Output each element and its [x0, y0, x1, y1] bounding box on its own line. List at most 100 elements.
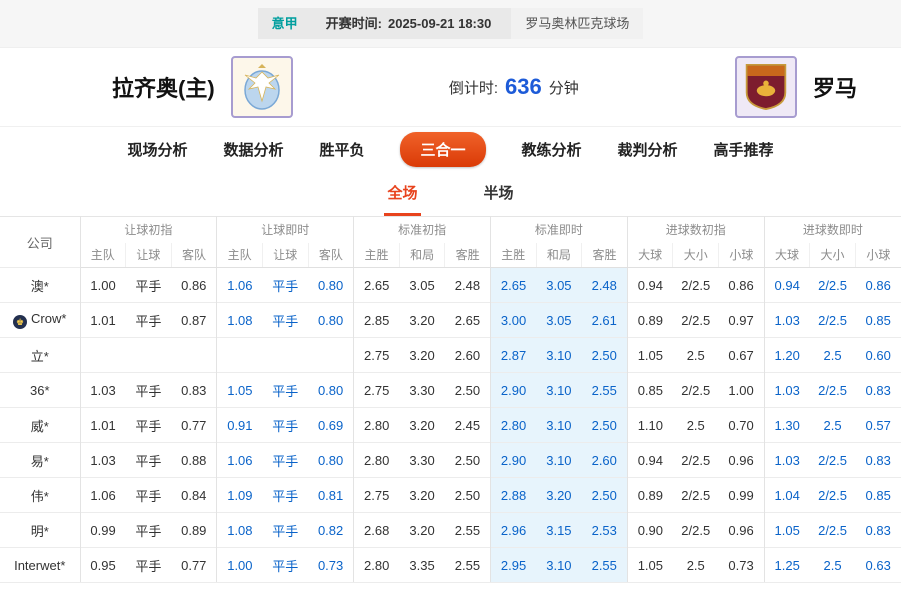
odds-cell: 0.80	[308, 303, 354, 338]
odds-cell: 3.05	[399, 268, 445, 303]
odds-cell: 1.04	[764, 478, 810, 513]
company-name[interactable]: 36*	[0, 373, 80, 408]
scope-tab-half-match[interactable]: 半场	[481, 172, 517, 216]
odds-cell: 0.99	[80, 513, 126, 548]
odds-cell: 0.88	[171, 443, 217, 478]
company-name[interactable]: 立*	[0, 338, 80, 373]
column-header: 主胜	[354, 243, 400, 268]
odds-table: 公司 让球初指让球即时标准初指标准即时进球数初指进球数即时 主队让球客队主队让球…	[0, 216, 901, 583]
odds-cell: 0.89	[171, 513, 217, 548]
odds-cell: 0.84	[171, 478, 217, 513]
odds-cell: 0.77	[171, 548, 217, 583]
odds-cell	[171, 338, 217, 373]
odds-cell: 3.30	[399, 443, 445, 478]
odds-cell: 3.35	[399, 548, 445, 583]
company-name[interactable]: 易*	[0, 443, 80, 478]
odds-cell: 2.50	[445, 478, 491, 513]
column-header: 小球	[855, 243, 901, 268]
odds-cell: 1.30	[764, 408, 810, 443]
column-group-header: 标准即时	[490, 217, 627, 243]
odds-cell: 3.30	[399, 373, 445, 408]
odds-cell: 2.55	[582, 373, 628, 408]
table-row: 立*2.753.202.602.873.102.501.052.50.671.2…	[0, 338, 901, 373]
odds-cell: 0.73	[719, 548, 765, 583]
company-name[interactable]: 伟*	[0, 478, 80, 513]
odds-cell	[308, 338, 354, 373]
kickoff-label: 开赛时间:	[326, 17, 382, 30]
odds-cell: 2.90	[490, 373, 536, 408]
nav-tab-referee-analysis[interactable]: 裁判分析	[618, 139, 678, 160]
odds-cell: 3.20	[399, 408, 445, 443]
odds-cell: 2.50	[445, 373, 491, 408]
kickoff-time: 开赛时间: 2025-09-21 18:30	[312, 8, 512, 39]
odds-cell: 3.00	[490, 303, 536, 338]
company-name[interactable]: 澳*	[0, 268, 80, 303]
odds-cell: 3.20	[399, 303, 445, 338]
company-name[interactable]: ♚Crow*	[0, 303, 80, 338]
odds-cell: 0.99	[719, 478, 765, 513]
odds-cell: 0.97	[719, 303, 765, 338]
odds-cell: 3.20	[536, 478, 582, 513]
odds-cell	[126, 338, 172, 373]
league-badge[interactable]: 意甲	[258, 8, 312, 39]
odds-cell: 3.05	[536, 268, 582, 303]
odds-cell: 0.82	[308, 513, 354, 548]
odds-cell: 1.01	[80, 303, 126, 338]
nav-tab-win-draw-loss[interactable]: 胜平负	[319, 139, 364, 160]
odds-cell: 2.75	[354, 338, 400, 373]
odds-cell: 1.00	[80, 268, 126, 303]
odds-cell: 平手	[262, 408, 308, 443]
odds-cell: 2.50	[445, 443, 491, 478]
odds-cell	[80, 338, 126, 373]
nav-tab-three-in-one[interactable]: 三合一	[400, 132, 485, 167]
odds-cell: 0.94	[764, 268, 810, 303]
odds-cell: 2.5	[810, 338, 856, 373]
odds-cell: 平手	[262, 373, 308, 408]
match-header: 拉齐奥(主) 倒计时: 636 分钟 罗马	[0, 48, 901, 126]
odds-cell: 0.67	[719, 338, 765, 373]
odds-cell: 2.55	[582, 548, 628, 583]
column-header: 大球	[627, 243, 673, 268]
odds-cell: 平手	[262, 513, 308, 548]
odds-cell: 1.01	[80, 408, 126, 443]
company-name[interactable]: 明*	[0, 513, 80, 548]
odds-cell: 0.83	[171, 373, 217, 408]
odds-cell: 2.65	[490, 268, 536, 303]
odds-cell: 2.50	[582, 408, 628, 443]
column-header: 客胜	[582, 243, 628, 268]
nav-tab-expert-picks[interactable]: 高手推荐	[714, 139, 774, 160]
column-header: 客队	[308, 243, 354, 268]
company-name[interactable]: Interwet*	[0, 548, 80, 583]
nav-tab-data-analysis[interactable]: 数据分析	[223, 139, 283, 160]
odds-cell: 1.03	[764, 443, 810, 478]
crown-logo-icon: ♚	[13, 315, 27, 329]
odds-cell: 0.96	[719, 513, 765, 548]
kickoff-value: 2025-09-21 18:30	[388, 17, 491, 30]
odds-cell: 0.70	[719, 408, 765, 443]
odds-cell: 2.75	[354, 373, 400, 408]
company-name[interactable]: 威*	[0, 408, 80, 443]
column-header: 客队	[171, 243, 217, 268]
odds-cell: 0.83	[855, 513, 901, 548]
scope-tab-full-match[interactable]: 全场	[384, 172, 420, 216]
odds-cell: 2/2.5	[673, 373, 719, 408]
table-row: ♚Crow*1.01平手0.871.08平手0.802.853.202.653.…	[0, 303, 901, 338]
odds-cell: 1.08	[217, 303, 263, 338]
column-header: 和局	[536, 243, 582, 268]
table-row: 36*1.03平手0.831.05平手0.802.753.302.502.903…	[0, 373, 901, 408]
odds-cell: 0.85	[855, 478, 901, 513]
column-header: 主队	[217, 243, 263, 268]
odds-cell: 平手	[126, 443, 172, 478]
odds-cell: 1.25	[764, 548, 810, 583]
nav-tab-live-analysis[interactable]: 现场分析	[127, 139, 187, 160]
countdown-value: 636	[505, 74, 542, 100]
nav-tab-coach-analysis[interactable]: 教练分析	[522, 139, 582, 160]
odds-cell: 2/2.5	[810, 373, 856, 408]
odds-cell: 3.15	[536, 513, 582, 548]
odds-cell: 3.10	[536, 338, 582, 373]
column-header: 小球	[719, 243, 765, 268]
odds-cell: 0.77	[171, 408, 217, 443]
odds-cell: 0.94	[627, 268, 673, 303]
odds-cell: 平手	[262, 443, 308, 478]
column-group-header: 进球数即时	[764, 217, 901, 243]
